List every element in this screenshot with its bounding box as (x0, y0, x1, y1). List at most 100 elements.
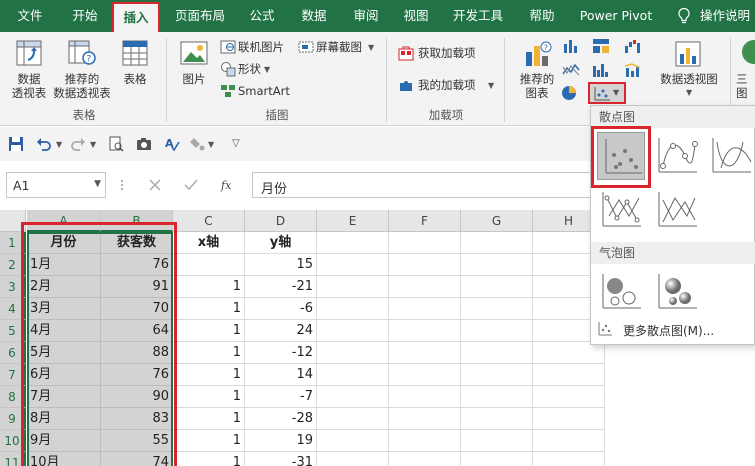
cell-a3[interactable]: 2月 (27, 276, 101, 298)
my-addins-button[interactable]: 我的加载项 (418, 78, 476, 92)
cell-b5[interactable]: 64 (101, 320, 173, 342)
cell-f9[interactable] (389, 408, 461, 430)
pivot-chart-icon[interactable] (672, 38, 704, 73)
cell-a6[interactable]: 5月 (27, 342, 101, 364)
enter-icon[interactable] (184, 178, 198, 195)
cell-f2[interactable] (389, 254, 461, 276)
online-pictures-icon[interactable] (220, 39, 236, 58)
cell-g1[interactable] (461, 232, 533, 254)
cell-a9[interactable]: 8月 (27, 408, 101, 430)
cell-h10[interactable] (533, 430, 605, 452)
cell-f7[interactable] (389, 364, 461, 386)
scatter-dropdown-caret-icon[interactable]: ▼ (613, 88, 619, 97)
cell-b3[interactable]: 91 (101, 276, 173, 298)
column-header-f[interactable]: F (389, 210, 461, 232)
cell-h11[interactable] (533, 452, 605, 466)
3d-bubble-chart-option[interactable] (653, 268, 701, 316)
row-header-4[interactable]: 4 (0, 298, 26, 320)
cell-a11[interactable]: 10月 (27, 452, 101, 466)
camera-icon[interactable] (136, 136, 152, 155)
pivot-chart-dropdown-caret-icon[interactable]: ▼ (686, 88, 692, 97)
column-header-d[interactable]: D (245, 210, 317, 232)
cell-b8[interactable]: 90 (101, 386, 173, 408)
waterfall-chart-icon[interactable] (624, 38, 642, 57)
pivot-table-button[interactable]: 数据 透视表 (6, 72, 52, 100)
cell-b2[interactable]: 76 (101, 254, 173, 276)
redo-icon[interactable] (70, 136, 86, 155)
pivot-table-icon[interactable] (14, 38, 44, 71)
pictures-icon[interactable] (178, 38, 210, 73)
3d-map-icon[interactable] (738, 38, 755, 71)
cell-g5[interactable] (461, 320, 533, 342)
cell-f6[interactable] (389, 342, 461, 364)
row-header-2[interactable]: 2 (0, 254, 26, 276)
format-painter-icon[interactable] (190, 136, 206, 155)
cell-g10[interactable] (461, 430, 533, 452)
select-all-corner[interactable] (0, 210, 26, 232)
row-header-9[interactable]: 9 (0, 408, 26, 430)
cell-d11[interactable]: -31 (245, 452, 317, 466)
cancel-icon[interactable] (148, 178, 162, 195)
tell-me-search[interactable]: 操作说明 (700, 0, 755, 32)
row-header-5[interactable]: 5 (0, 320, 26, 342)
cell-c11[interactable]: 1 (173, 452, 245, 466)
statistic-chart-icon[interactable] (592, 62, 610, 81)
screenshot-button[interactable]: 屏幕截图 (316, 40, 362, 54)
row-header-8[interactable]: 8 (0, 386, 26, 408)
spelling-icon[interactable]: A (164, 136, 180, 155)
get-addins-button[interactable]: 获取加载项 (418, 46, 476, 60)
cell-e1[interactable] (317, 232, 389, 254)
cell-g9[interactable] (461, 408, 533, 430)
recommended-pivot-button[interactable]: 推荐的 数据透视表 (52, 72, 112, 100)
cell-c2[interactable] (173, 254, 245, 276)
combo-chart-icon[interactable] (624, 62, 642, 81)
cell-f4[interactable] (389, 298, 461, 320)
column-header-e[interactable]: E (317, 210, 389, 232)
cell-g2[interactable] (461, 254, 533, 276)
line-chart-icon[interactable] (562, 62, 580, 81)
undo-icon[interactable] (36, 136, 52, 155)
recommended-charts-icon[interactable]: ? (522, 38, 554, 73)
cell-e2[interactable] (317, 254, 389, 276)
cell-g4[interactable] (461, 298, 533, 320)
cell-e7[interactable] (317, 364, 389, 386)
tab-data[interactable]: 数据 (292, 0, 336, 32)
cell-c1[interactable]: x轴 (173, 232, 245, 254)
screenshot-icon[interactable] (298, 39, 314, 58)
cell-d1[interactable]: y轴 (245, 232, 317, 254)
cell-e10[interactable] (317, 430, 389, 452)
cell-h9[interactable] (533, 408, 605, 430)
cell-a2[interactable]: 1月 (27, 254, 101, 276)
name-box-caret-icon[interactable]: ▼ (94, 179, 101, 189)
column-header-g[interactable]: G (461, 210, 533, 232)
cell-g11[interactable] (461, 452, 533, 466)
table-button[interactable]: 表格 (118, 72, 152, 86)
my-addins-icon[interactable] (398, 77, 414, 96)
row-header-1[interactable]: 1 (0, 232, 26, 254)
cell-b7[interactable]: 76 (101, 364, 173, 386)
row-header-7[interactable]: 7 (0, 364, 26, 386)
cell-e8[interactable] (317, 386, 389, 408)
cell-f10[interactable] (389, 430, 461, 452)
row-header-10[interactable]: 10 (0, 430, 26, 452)
tab-developer[interactable]: 开发工具 (446, 0, 510, 32)
cell-c8[interactable]: 1 (173, 386, 245, 408)
cell-d5[interactable]: 24 (245, 320, 317, 342)
cell-d3[interactable]: -21 (245, 276, 317, 298)
cell-e5[interactable] (317, 320, 389, 342)
scatter-straight-lines-markers-option[interactable] (597, 186, 645, 234)
recommended-pivot-icon[interactable]: ? (66, 38, 96, 71)
scatter-chart-button[interactable]: ▼ (588, 82, 626, 104)
shapes-dropdown-caret-icon[interactable]: ▼ (264, 65, 270, 74)
cell-b11[interactable]: 74 (101, 452, 173, 466)
shapes-button[interactable]: 形状 (238, 62, 261, 76)
cell-b4[interactable]: 70 (101, 298, 173, 320)
cell-a7[interactable]: 6月 (27, 364, 101, 386)
tab-home[interactable]: 开始 (60, 0, 110, 32)
my-addins-dropdown-caret-icon[interactable]: ▼ (488, 81, 494, 90)
recommended-charts-button[interactable]: 推荐的 图表 (514, 72, 560, 100)
cell-f3[interactable] (389, 276, 461, 298)
tab-insert[interactable]: 插入 (112, 2, 160, 32)
cell-c4[interactable]: 1 (173, 298, 245, 320)
more-scatter-charts-item[interactable]: 更多散点图(M)... (591, 318, 755, 340)
